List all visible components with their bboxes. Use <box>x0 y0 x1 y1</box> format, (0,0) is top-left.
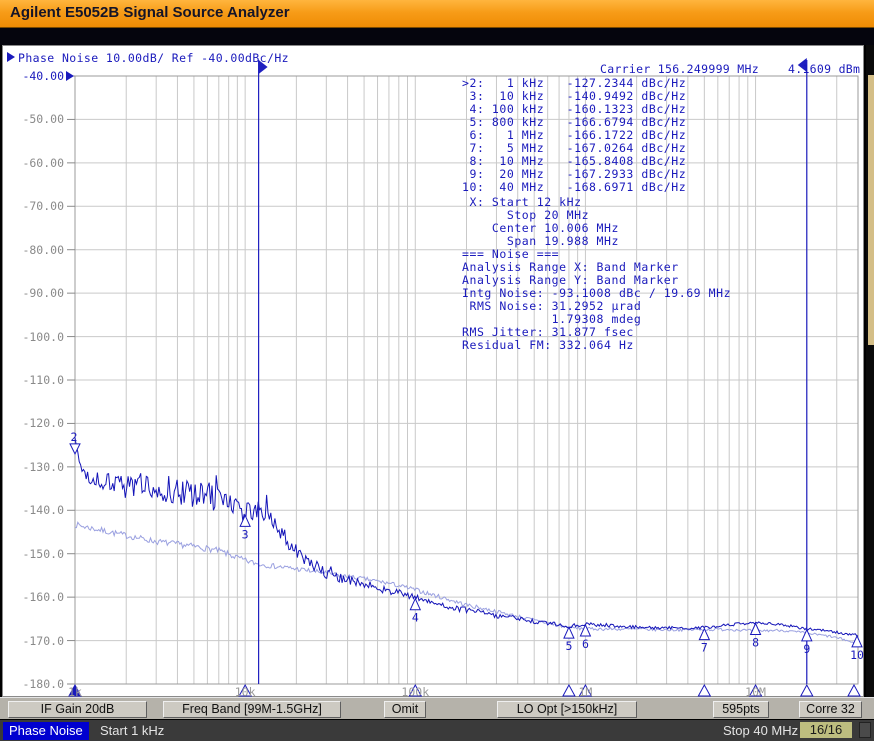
y-tick-label: -150.0 <box>18 547 64 561</box>
marker-6-label: 6 <box>582 637 589 651</box>
marker-8-label: 8 <box>752 636 759 650</box>
marker-7-symbol[interactable] <box>699 629 709 640</box>
y-tick-label: -180.0 <box>18 677 64 691</box>
status-button-omit[interactable]: Omit <box>384 701 426 718</box>
marker-3-label: 3 <box>242 527 249 541</box>
status-button-lo-opt[interactable]: LO Opt [>150kHz] <box>497 701 637 718</box>
status-button-if-gain[interactable]: IF Gain 20dB <box>8 701 147 718</box>
power-readout: 4.1609 dBm <box>788 62 860 76</box>
y-tick-label: -50.00 <box>18 112 64 126</box>
noise-analysis-readout: X: Start 12 kHz Stop 20 MHz Center 10.00… <box>462 196 731 352</box>
corner-button <box>859 722 871 738</box>
marker-2-label: 2 <box>71 430 78 444</box>
axis-marker-7-icon <box>698 685 710 696</box>
y-tick-label: -170.0 <box>18 634 64 648</box>
status-button-correlation[interactable]: Corre 32 <box>799 701 862 718</box>
y-tick-label: -120.0 <box>18 416 64 430</box>
y-tick-label: -70.00 <box>18 199 64 213</box>
phase-noise-plot[interactable]: 2 3 4 56 7 8 9 10 <box>0 0 874 741</box>
y-tick-label: -140.0 <box>18 503 64 517</box>
marker-table: >2: 1 kHz -127.2344 dBc/Hz 3: 10 kHz -14… <box>462 77 686 194</box>
ref-level-arrow-icon <box>66 71 74 81</box>
marker-6-symbol[interactable] <box>580 625 590 636</box>
y-tick-label: -130.0 <box>18 460 64 474</box>
trace-select-arrow-icon <box>7 52 15 62</box>
marker-5-symbol[interactable] <box>564 627 574 638</box>
sweep-stop-label: Stop 40 MHz <box>723 723 798 738</box>
marker-9-label: 9 <box>803 642 810 656</box>
status-button-freq-band[interactable]: Freq Band [99M-1.5GHz] <box>163 701 341 718</box>
measurement-mode-tab[interactable]: Phase Noise <box>3 722 89 740</box>
axis-marker-10-icon <box>848 685 860 696</box>
axis-marker-5-icon <box>563 685 575 696</box>
marker-2-symbol[interactable] <box>70 444 80 454</box>
marker-7-label: 7 <box>701 641 708 655</box>
marker-10-symbol[interactable] <box>852 636 862 647</box>
y-tick-label: -100.0 <box>18 330 64 344</box>
marker-4-label: 4 <box>412 611 419 625</box>
y-tick-label: -80.00 <box>18 243 64 257</box>
y-tick-label: -90.00 <box>18 286 64 300</box>
bottom-bar: Phase Noise Start 1 kHz Stop 40 MHz 16/1… <box>0 719 874 741</box>
status-button-points[interactable]: 595pts <box>713 701 769 718</box>
y-tick-label: -40.00 <box>18 69 64 83</box>
average-counter: 16/16 <box>800 722 852 738</box>
sweep-start-label: Start 1 kHz <box>100 723 164 738</box>
status-bar: IF Gain 20dB Freq Band [99M-1.5GHz] Omit LO… <box>0 697 874 719</box>
marker-3-symbol[interactable] <box>240 515 250 526</box>
graph-header: Phase Noise 10.00dB/ Ref -40.00dBc/Hz <box>18 51 289 65</box>
marker-8-symbol[interactable] <box>751 624 761 635</box>
marker-10-label: 10 <box>850 648 864 662</box>
marker-5-label: 5 <box>565 639 572 653</box>
y-tick-label: -160.0 <box>18 590 64 604</box>
y-tick-label: -60.00 <box>18 156 64 170</box>
axis-marker-9-icon <box>801 685 813 696</box>
carrier-readout: Carrier 156.249999 MHz <box>600 62 759 76</box>
y-tick-label: -110.0 <box>18 373 64 387</box>
